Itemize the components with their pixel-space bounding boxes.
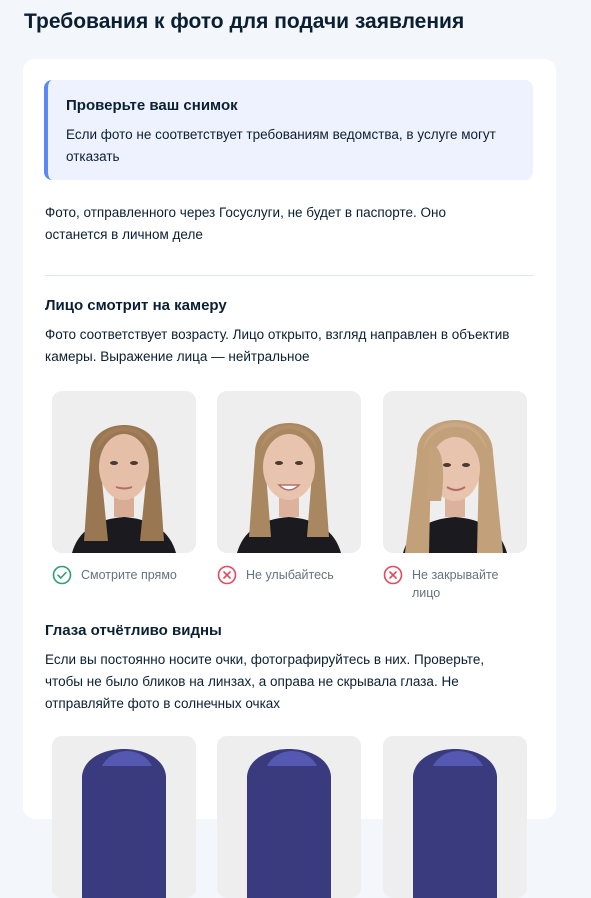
notice-block: Проверьте ваш снимок Если фото не соотве… — [44, 80, 533, 180]
requirements-card: Проверьте ваш снимок Если фото не соотве… — [23, 59, 556, 898]
caption-text: Смотрите прямо — [81, 568, 177, 582]
example-photo-smiling — [217, 391, 361, 553]
cross-circle-icon — [383, 565, 403, 585]
example-photo-eyes-2 — [217, 736, 361, 898]
example-photo-eyes-1 — [52, 736, 196, 898]
section-title-face: Лицо смотрит на камеру — [45, 297, 227, 314]
notice-title: Проверьте ваш снимок — [66, 97, 238, 114]
page-title: Требования к фото для подачи заявления — [24, 10, 465, 33]
example-photo-look-straight — [52, 391, 196, 553]
divider — [45, 275, 534, 276]
caption-text: Не улыбайтесь — [246, 568, 334, 582]
check-circle-icon — [52, 565, 72, 585]
section-text-face: Фото соответствует возрасту. Лицо открыт… — [45, 327, 510, 364]
intro-text: Фото, отправленного через Госуслуги, не … — [45, 205, 446, 242]
example-photo-eyes-3 — [383, 736, 527, 898]
example-photo-covered-face — [383, 391, 527, 553]
cross-circle-icon — [217, 565, 237, 585]
caption-text: Не закрывайте лицо — [412, 568, 499, 600]
section-title-eyes: Глаза отчётливо видны — [45, 622, 222, 639]
notice-text: Если фото не соответствует требованиям в… — [66, 127, 496, 164]
section-text-eyes: Если вы постоянно носите очки, фотографи… — [45, 652, 485, 711]
